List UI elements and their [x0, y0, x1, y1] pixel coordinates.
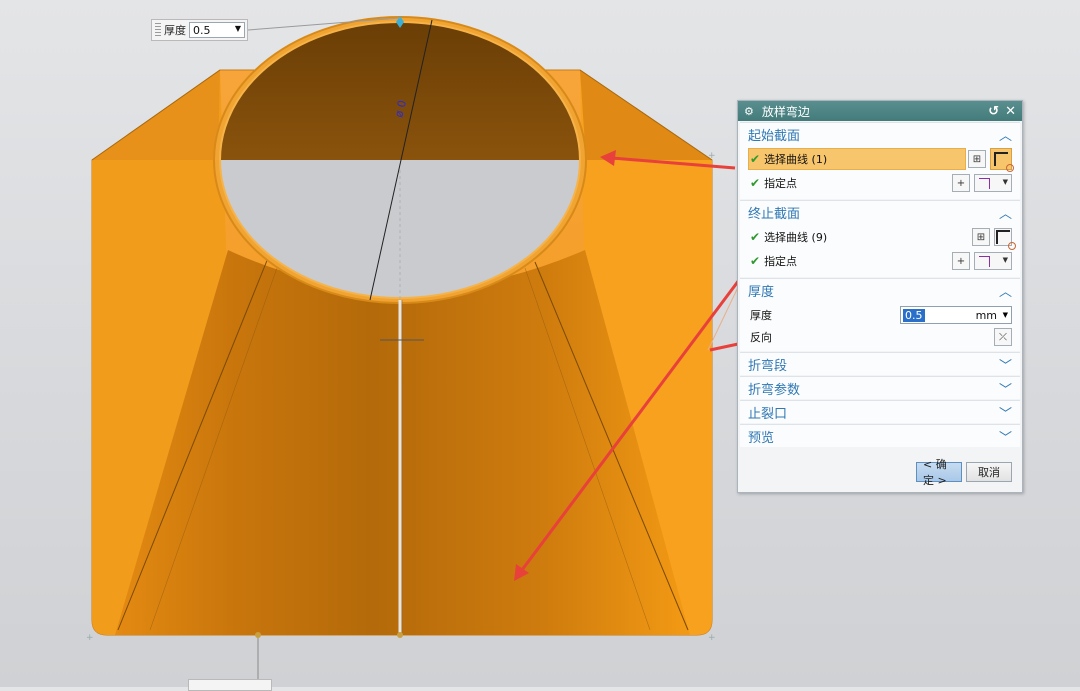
drag-grip-icon[interactable]: [155, 23, 161, 37]
thickness-input[interactable]: 0.5 mm ▼: [900, 306, 1012, 324]
dialog-button-bar: < 确定 > 取消: [738, 458, 1022, 488]
callout-label: 厚度: [164, 24, 186, 37]
thickness-row: 厚度 0.5 mm ▼: [740, 303, 1020, 327]
reset-icon[interactable]: ↺: [988, 104, 999, 119]
reverse-row: 反向 ⤫: [740, 327, 1020, 347]
callout-thickness-value: 0.5: [193, 23, 211, 37]
section-relief-header[interactable]: 止裂口 ﹀: [740, 400, 1020, 423]
loft-flange-dialog: ⚙ 放样弯边 ↺ ✕ 起始截面 ︿ ✔ 选择曲线 (1) ⊞ ✔ 指定点 + ▼…: [737, 100, 1023, 493]
section-relief-label: 止裂口: [748, 406, 788, 422]
point-type-dropdown[interactable]: ▼: [974, 252, 1012, 270]
thickness-callout[interactable]: 厚度 0.5 ▼: [151, 19, 248, 41]
start-select-curve-row[interactable]: ✔ 选择曲线 (1) ⊞: [740, 147, 1020, 172]
section-start-header[interactable]: 起始截面 ︿: [740, 122, 1020, 145]
section-thickness-header[interactable]: 厚度 ︿: [740, 278, 1020, 301]
curve-rule-icon[interactable]: ⊞: [972, 228, 990, 246]
thickness-value: 0.5: [903, 308, 925, 322]
svg-text:+: +: [708, 151, 716, 161]
ok-button[interactable]: < 确定 >: [916, 458, 962, 487]
svg-text:+: +: [708, 633, 716, 643]
section-thickness-body: 厚度 0.5 mm ▼ 反向 ⤫: [740, 301, 1020, 351]
thickness-field-label: 厚度: [750, 309, 772, 322]
check-icon: ✔: [750, 230, 761, 244]
section-thickness-label: 厚度: [748, 284, 775, 300]
gear-icon[interactable]: ⚙: [744, 105, 754, 118]
start-specify-point-label: 指定点: [764, 177, 798, 190]
end-select-curve-label: 选择曲线 (9): [764, 231, 828, 244]
end-specify-point-row[interactable]: ✔ 指定点 + ▼: [740, 249, 1020, 273]
section-bend-segment-label: 折弯段: [748, 358, 788, 374]
dialog-title: 放样弯边: [761, 104, 810, 119]
section-preview-header[interactable]: 预览 ﹀: [740, 424, 1020, 447]
section-bend-segment-header[interactable]: 折弯段 ﹀: [740, 352, 1020, 375]
dialog-titlebar[interactable]: ⚙ 放样弯边 ↺ ✕: [738, 101, 1022, 121]
chevron-down-icon[interactable]: ﹀: [999, 427, 1012, 446]
cancel-button[interactable]: 取消: [966, 462, 1012, 482]
chevron-down-icon[interactable]: ▼: [235, 24, 241, 33]
end-specify-point-label: 指定点: [764, 255, 798, 268]
start-select-curve-label: 选择曲线 (1): [764, 153, 828, 166]
section-bend-params-header[interactable]: 折弯参数 ﹀: [740, 376, 1020, 399]
reverse-direction-icon[interactable]: ⤫: [994, 328, 1012, 346]
chevron-up-icon[interactable]: ︿: [999, 281, 1012, 300]
check-icon: ✔: [750, 152, 761, 166]
end-select-curve-row[interactable]: ✔ 选择曲线 (9) ⊞: [740, 225, 1020, 250]
section-bend-params-label: 折弯参数: [748, 382, 801, 398]
chevron-down-icon[interactable]: ▼: [1003, 311, 1008, 319]
chevron-up-icon[interactable]: ︿: [999, 125, 1012, 144]
section-start-body: ✔ 选择曲线 (1) ⊞ ✔ 指定点 + ▼: [740, 145, 1020, 199]
thickness-unit: mm: [975, 308, 997, 322]
inner-wall: [220, 22, 580, 160]
point-dialog-icon[interactable]: +: [952, 174, 970, 192]
reverse-label: 反向: [750, 331, 772, 344]
check-icon: ✔: [750, 176, 761, 190]
chevron-up-icon[interactable]: ︿: [999, 203, 1012, 222]
section-preview-label: 预览: [748, 430, 775, 446]
point-dialog-icon[interactable]: +: [952, 252, 970, 270]
svg-text:+: +: [86, 633, 94, 643]
start-specify-point-row[interactable]: ✔ 指定点 + ▼: [740, 171, 1020, 195]
section-end-label: 终止截面: [748, 206, 801, 222]
chevron-down-icon[interactable]: ﹀: [999, 403, 1012, 422]
section-end-body: ✔ 选择曲线 (9) ⊞ ✔ 指定点 + ▼: [740, 223, 1020, 277]
select-curve-icon[interactable]: [990, 148, 1014, 172]
chevron-down-icon[interactable]: ﹀: [999, 379, 1012, 398]
select-curve-icon[interactable]: [994, 228, 1016, 250]
close-icon[interactable]: ✕: [1005, 104, 1016, 119]
point-type-dropdown[interactable]: ▼: [974, 174, 1012, 192]
curve-rule-icon[interactable]: ⊞: [968, 150, 986, 168]
callout-thickness-input[interactable]: 0.5 ▼: [189, 22, 245, 38]
check-icon: ✔: [750, 254, 761, 268]
section-start-label: 起始截面: [748, 128, 801, 144]
chevron-down-icon[interactable]: ﹀: [999, 355, 1012, 374]
section-end-header[interactable]: 终止截面 ︿: [740, 200, 1020, 223]
callout-bottom[interactable]: [188, 679, 272, 691]
